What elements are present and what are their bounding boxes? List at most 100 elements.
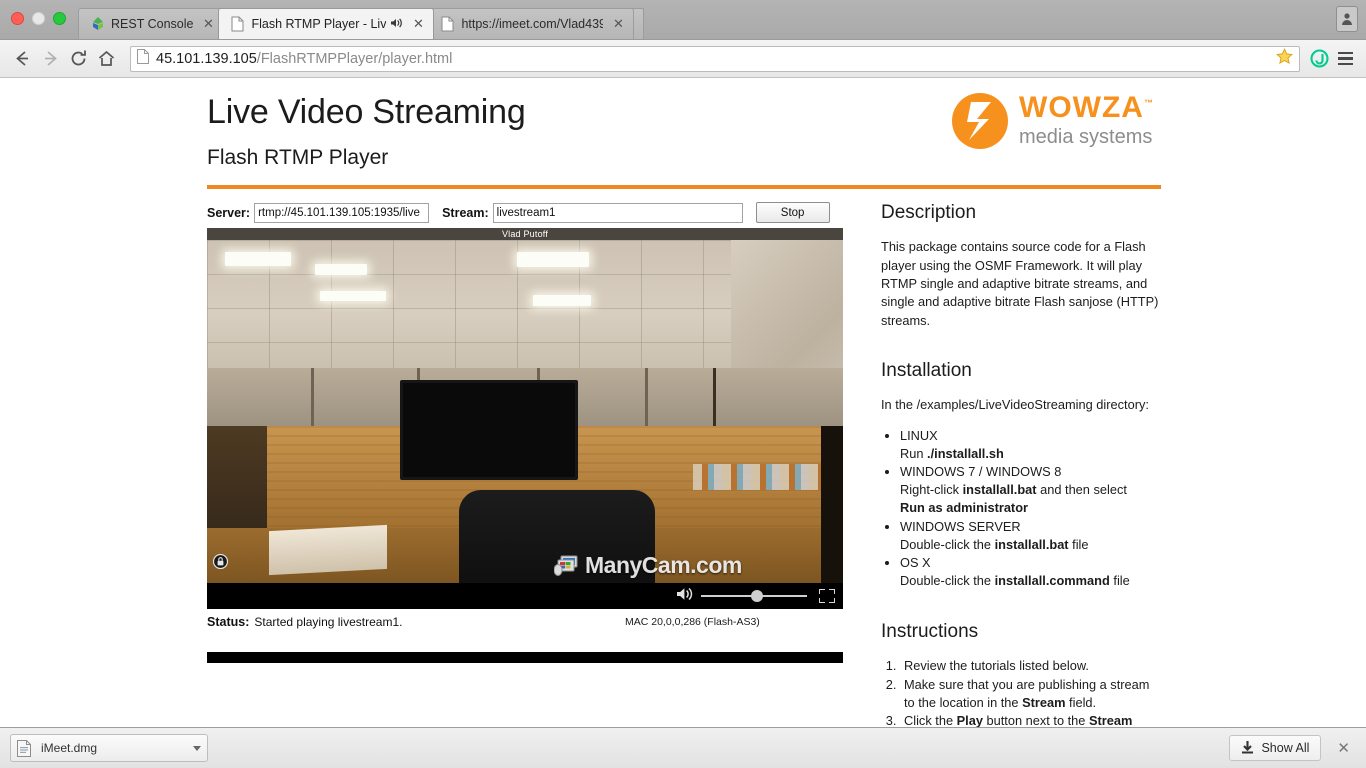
browser-window: REST Console ✕ Flash RTMP Player - Liv ✕… (0, 0, 1366, 768)
tab-rest-console[interactable]: REST Console ✕ (78, 8, 225, 39)
tabs-container: REST Console ✕ Flash RTMP Player - Liv ✕… (78, 0, 645, 39)
tab-close-button[interactable]: ✕ (201, 17, 215, 31)
instruction-bold2: Stream (1088, 712, 1133, 727)
profile-avatar-icon[interactable] (1336, 6, 1358, 32)
content-columns: Server: Stream: Stop (207, 202, 1161, 727)
maximize-window-button[interactable] (53, 12, 66, 25)
instruction-text: Review the tutorials listed below. (904, 658, 1089, 674)
tab-strip: REST Console ✕ Flash RTMP Player - Liv ✕… (0, 0, 1366, 40)
video-controls-bar (207, 583, 843, 610)
wowza-logo: WOWZA™ media systems (951, 87, 1161, 155)
install-detail-bold: installall.bat (994, 536, 1069, 552)
player-status-line: Status: Started playing livestream1. MAC… (207, 615, 843, 631)
server-input[interactable] (254, 202, 430, 223)
download-file-name: iMeet.dmg (41, 741, 98, 755)
fullscreen-icon[interactable] (819, 589, 835, 604)
install-detail-pre: Double-click the (900, 536, 995, 552)
installation-heading: Installation (881, 360, 972, 382)
scene-light (517, 252, 589, 268)
install-detail-pre: Run (900, 445, 928, 461)
minimize-window-button[interactable] (32, 12, 45, 25)
install-detail-bold: installall.command (994, 573, 1110, 589)
forward-arrow-icon[interactable] (36, 45, 64, 73)
stream-input[interactable] (492, 202, 743, 223)
scene-column (713, 368, 716, 431)
page-viewport: Live Video Streaming Flash RTMP Player W… (0, 79, 1366, 727)
participant-name-banner: Vlad Putoff (207, 228, 843, 241)
installation-list: LINUX Run ./installall.sh WINDOWS 7 / WI… (881, 427, 1161, 591)
instruction-bold: Play (956, 712, 983, 727)
install-detail-bold: ./installall.sh (927, 445, 1004, 461)
show-all-downloads-button[interactable]: Show All (1229, 735, 1322, 761)
page-header: Live Video Streaming Flash RTMP Player W… (207, 79, 1161, 190)
video-watermark: ManyCam.com (553, 552, 742, 579)
status-text: Started playing livestream1. (254, 615, 403, 630)
volume-slider[interactable] (701, 590, 807, 603)
back-arrow-icon[interactable] (8, 45, 36, 73)
scene-light (315, 264, 367, 276)
instructions-heading: Instructions (881, 621, 979, 643)
install-platform: WINDOWS 7 / WINDOWS 8 (900, 463, 1062, 479)
tab-title: Flash RTMP Player - Liv (251, 17, 387, 31)
wowza-wordmark-text: WOWZA (1019, 91, 1144, 124)
instruction-bold: Stream (1022, 694, 1066, 710)
instruction-post: button next to the (982, 712, 1089, 727)
volume-slider-handle[interactable] (751, 590, 763, 603)
download-item[interactable]: iMeet.dmg (10, 734, 208, 762)
list-item: WINDOWS SERVER Double-click the installa… (900, 518, 1161, 554)
tab-title: https://imeet.com/Vlad439 (461, 17, 604, 31)
install-detail-post: file (1068, 536, 1089, 552)
install-detail-bold: installall.bat (962, 482, 1037, 498)
stop-button[interactable]: Stop (755, 202, 830, 224)
instruction-post: field. (1065, 694, 1097, 710)
page-icon (441, 16, 455, 32)
install-platform: LINUX (900, 427, 938, 443)
download-icon (1241, 740, 1254, 757)
player-controls-row: Server: Stream: Stop (207, 202, 843, 224)
video-player: Vlad Putoff ManyCam.com Status: Started … (207, 228, 843, 664)
video-frame[interactable]: Vlad Putoff ManyCam.com (207, 228, 843, 610)
status-label: Status: (207, 615, 250, 630)
home-icon[interactable] (92, 45, 120, 73)
install-platform: WINDOWS SERVER (900, 518, 1021, 534)
trademark-symbol: ™ (1143, 98, 1154, 108)
tab-audio-playing-icon[interactable] (390, 17, 403, 32)
speaker-icon[interactable] (676, 586, 695, 607)
flash-security-lock-icon[interactable] (212, 553, 229, 570)
bookmark-star-icon[interactable] (1276, 48, 1293, 69)
page-content: Live Video Streaming Flash RTMP Player W… (207, 79, 1161, 727)
show-all-label: Show All (1261, 741, 1310, 755)
scene-mullion (311, 368, 314, 431)
list-item: Make sure that you are publishing a stre… (900, 676, 1161, 712)
close-window-button[interactable] (11, 12, 24, 25)
extension-icon[interactable] (1306, 46, 1332, 72)
close-icon[interactable]: ✕ (1331, 739, 1356, 757)
tab-imeet[interactable]: https://imeet.com/Vlad439 ✕ (428, 8, 635, 39)
tab-close-button[interactable]: ✕ (411, 17, 425, 31)
install-platform: OS X (900, 554, 931, 570)
browser-toolbar: 45.101.139.105/FlashRTMPPlayer/player.ht… (0, 40, 1366, 78)
description-heading: Description (881, 202, 977, 224)
scene-light (225, 252, 291, 267)
url-host: 45.101.139.105 (156, 50, 257, 67)
scene-light (320, 291, 386, 302)
list-item: LINUX Run ./installall.sh (900, 427, 1161, 463)
tab-close-button[interactable]: ✕ (611, 17, 625, 31)
address-bar[interactable]: 45.101.139.105/FlashRTMPPlayer/player.ht… (130, 45, 1300, 72)
tab-flash-rtmp-player[interactable]: Flash RTMP Player - Liv ✕ (218, 8, 435, 39)
wowza-logo-mark-icon (951, 92, 1009, 150)
player-column: Server: Stream: Stop (207, 202, 843, 727)
list-item: OS X Double-click the installall.command… (900, 554, 1161, 590)
tab-title: REST Console (111, 17, 194, 31)
scene-right-dark (821, 426, 843, 610)
reload-icon[interactable] (64, 45, 92, 73)
chevron-down-icon[interactable] (193, 745, 201, 751)
shelf-right-group: Show All ✕ (1229, 735, 1356, 761)
wowza-logo-text: WOWZA™ media systems (1019, 93, 1154, 149)
server-label: Server: (207, 205, 251, 220)
chrome-menu-icon[interactable] (1332, 46, 1358, 72)
window-traffic-lights (11, 12, 66, 25)
scene-light (533, 295, 591, 307)
page-info-icon (137, 49, 149, 68)
rest-console-icon (91, 16, 105, 32)
